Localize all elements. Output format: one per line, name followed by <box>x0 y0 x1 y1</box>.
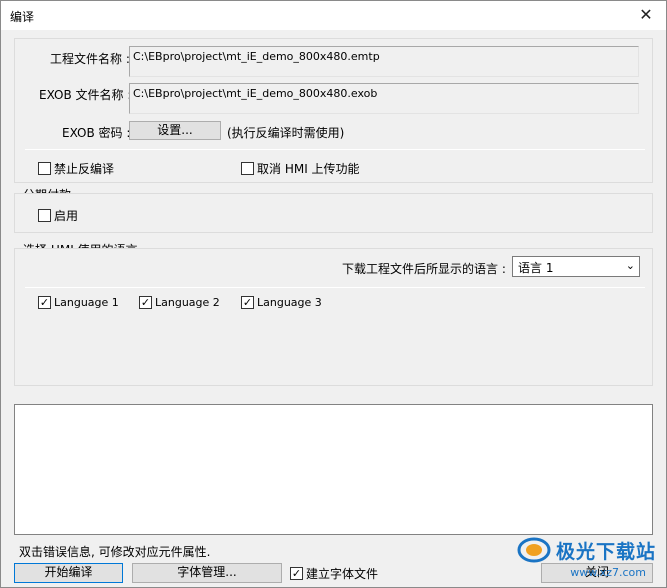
language-3-box[interactable]: ✓ <box>241 296 254 309</box>
watermark-swirl-icon <box>517 537 551 563</box>
build-font-file-label: 建立字体文件 <box>306 567 379 581</box>
font-manager-button[interactable]: 字体管理... <box>132 563 282 583</box>
installment-enable-label: 启用 <box>54 209 79 223</box>
language-3-label: Language 3 <box>257 296 322 309</box>
language-1-label: Language 1 <box>54 296 119 309</box>
forbid-decompile-label: 禁止反编译 <box>54 162 115 176</box>
installment-group: 启用 <box>14 193 653 233</box>
language-2-checkbox[interactable]: ✓ Language 2 <box>139 296 220 309</box>
forbid-decompile-checkbox[interactable]: 禁止反编译 <box>38 160 114 177</box>
error-message-list[interactable] <box>14 404 653 535</box>
project-file-field[interactable]: C:\EBpro\project\mt_iE_demo_800x480.emtp <box>129 46 639 77</box>
file-info-group: 工程文件名称 : C:\EBpro\project\mt_iE_demo_800… <box>14 38 653 183</box>
options-separator <box>25 149 645 150</box>
password-settings-button[interactable]: 设置... <box>129 121 221 140</box>
password-hint: (执行反编译时需使用) <box>227 126 345 140</box>
exob-file-label: EXOB 文件名称 : <box>39 88 132 102</box>
installment-enable-checkbox[interactable]: 启用 <box>38 207 78 224</box>
cancel-upload-label: 取消 HMI 上传功能 <box>257 162 360 176</box>
build-font-file-box[interactable]: ✓ <box>290 567 303 580</box>
language-separator <box>25 287 645 288</box>
display-language-label: 下载工程文件后所显示的语言 : <box>342 262 506 276</box>
language-1-box[interactable]: ✓ <box>38 296 51 309</box>
project-file-label: 工程文件名称 : <box>50 52 130 66</box>
watermark-text: 极光下载站 <box>555 540 656 563</box>
language-2-label: Language 2 <box>155 296 220 309</box>
chevron-down-icon[interactable]: ⌄ <box>626 259 635 272</box>
exob-file-field[interactable]: C:\EBpro\project\mt_iE_demo_800x480.exob <box>129 83 639 114</box>
installment-enable-box[interactable] <box>38 209 51 222</box>
exob-password-label: EXOB 密码 : <box>62 126 131 140</box>
cancel-upload-box[interactable] <box>241 162 254 175</box>
display-language-select[interactable]: 语言 1 ⌄ <box>512 256 640 277</box>
language-group: 下载工程文件后所显示的语言 : 语言 1 ⌄ ✓ Language 1 ✓ La… <box>14 248 653 386</box>
footer-hint: 双击错误信息, 可修改对应元件属性. <box>19 545 211 559</box>
title-bar: 编译 ✕ <box>1 1 666 30</box>
watermark-url: www.xz7.com <box>570 566 646 579</box>
language-2-box[interactable]: ✓ <box>139 296 152 309</box>
compile-dialog: 编译 ✕ 工程文件名称 : C:\EBpro\project\mt_iE_dem… <box>0 0 667 588</box>
language-3-checkbox[interactable]: ✓ Language 3 <box>241 296 322 309</box>
display-language-value: 语言 1 <box>518 261 554 275</box>
cancel-upload-checkbox[interactable]: 取消 HMI 上传功能 <box>241 160 360 177</box>
watermark-logo: 极光下载站 <box>516 535 656 565</box>
start-compile-button[interactable]: 开始编译 <box>14 563 123 583</box>
dialog-title: 编译 <box>10 10 35 24</box>
language-1-checkbox[interactable]: ✓ Language 1 <box>38 296 119 309</box>
forbid-decompile-box[interactable] <box>38 162 51 175</box>
build-font-file-checkbox[interactable]: ✓ 建立字体文件 <box>290 565 378 582</box>
close-icon[interactable]: ✕ <box>632 4 660 26</box>
